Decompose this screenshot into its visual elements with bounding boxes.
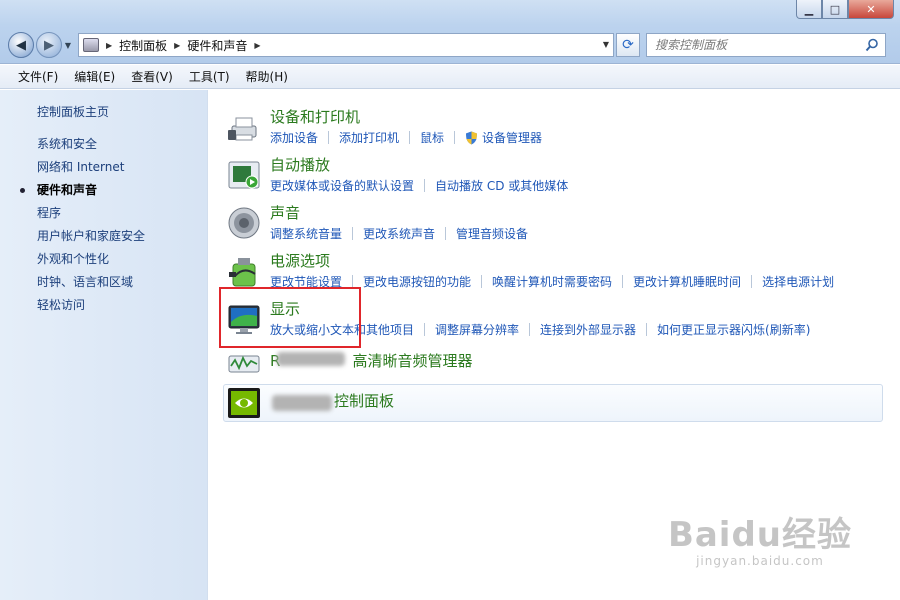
sidebar-item-user-accounts[interactable]: 用户帐户和家庭安全 bbox=[37, 228, 145, 251]
link-divider bbox=[424, 179, 426, 192]
category-title[interactable]: 声音 bbox=[270, 202, 300, 223]
link-power-button-function[interactable]: 更改电源按钮的功能 bbox=[363, 273, 471, 290]
category-nvidia-control-panel[interactable]: 控制面板 bbox=[223, 384, 883, 422]
audio-manager-title: 高清晰音频管理器 bbox=[352, 352, 473, 370]
forward-button[interactable]: ▶ bbox=[36, 32, 62, 58]
link-choose-power-plan[interactable]: 选择电源计划 bbox=[762, 273, 834, 290]
menu-help[interactable]: 帮助(H) bbox=[238, 68, 296, 85]
link-manage-audio-devices[interactable]: 管理音频设备 bbox=[456, 225, 528, 242]
sidebar-home-link[interactable]: 控制面板主页 bbox=[37, 103, 109, 120]
link-divider bbox=[481, 275, 483, 288]
menu-tools[interactable]: 工具(T) bbox=[181, 68, 238, 85]
menu-edit[interactable]: 编辑(E) bbox=[66, 68, 123, 85]
link-autoplay-cd[interactable]: 自动播放 CD 或其他媒体 bbox=[435, 177, 568, 194]
link-divider bbox=[646, 323, 648, 336]
window-titlebar: ▁ □ ✕ ◀ ▶ ▼ ▶ 控制面板 ▶ 硬件和声音 ▶ ▼ ⟳ bbox=[0, 0, 900, 64]
search-icon[interactable] bbox=[865, 38, 879, 52]
breadcrumb-separator-icon[interactable]: ▶ bbox=[106, 41, 112, 50]
sidebar-item-system-security[interactable]: 系统和安全 bbox=[37, 136, 145, 159]
category-title: 控制面板 bbox=[334, 392, 395, 410]
refresh-button[interactable]: ⟳ bbox=[616, 33, 640, 57]
audio-manager-icon[interactable] bbox=[227, 348, 261, 374]
category-links: 调整系统音量 更改系统声音 管理音频设备 bbox=[270, 225, 528, 242]
link-divider bbox=[424, 323, 426, 336]
sidebar-item-appearance[interactable]: 外观和个性化 bbox=[37, 251, 145, 274]
power-options-icon[interactable] bbox=[227, 254, 261, 288]
menu-file[interactable]: 文件(F) bbox=[10, 68, 66, 85]
link-change-media-defaults[interactable]: 更改媒体或设备的默认设置 bbox=[270, 177, 414, 194]
redaction-blur bbox=[272, 395, 332, 411]
back-button[interactable]: ◀ bbox=[8, 32, 34, 58]
link-wakeup-password[interactable]: 唤醒计算机时需要密码 bbox=[492, 273, 612, 290]
link-device-manager[interactable]: 设备管理器 bbox=[482, 129, 542, 146]
minimize-button[interactable]: ▁ bbox=[796, 0, 822, 19]
link-external-display[interactable]: 连接到外部显示器 bbox=[540, 321, 636, 338]
maximize-button[interactable]: □ bbox=[822, 0, 848, 19]
link-change-sounds[interactable]: 更改系统声音 bbox=[363, 225, 435, 242]
link-divider bbox=[409, 131, 411, 144]
refresh-icon: ⟳ bbox=[622, 37, 634, 53]
chevron-down-icon: ▼ bbox=[64, 40, 72, 50]
category-links: 更改媒体或设备的默认设置 自动播放 CD 或其他媒体 bbox=[270, 177, 568, 194]
category-title[interactable]: 电源选项 bbox=[270, 250, 330, 271]
category-links: 添加设备 添加打印机 鼠标 设备管理器 bbox=[270, 129, 542, 146]
sidebar-item-ease-of-access[interactable]: 轻松访问 bbox=[37, 297, 145, 320]
autoplay-icon[interactable] bbox=[227, 158, 261, 192]
sidebar: 控制面板主页 系统和安全 网络和 Internet 硬件和声音 程序 用户帐户和… bbox=[0, 90, 208, 600]
menu-view[interactable]: 查看(V) bbox=[123, 68, 181, 85]
sidebar-item-programs[interactable]: 程序 bbox=[37, 205, 145, 228]
navigation-bar: ◀ ▶ ▼ ▶ 控制面板 ▶ 硬件和声音 ▶ ▼ ⟳ bbox=[8, 32, 892, 58]
search-input[interactable] bbox=[655, 38, 855, 52]
sidebar-item-hardware-sound[interactable]: 硬件和声音 bbox=[19, 182, 145, 205]
baidu-watermark: Baidu经验 jingyan.baidu.com bbox=[668, 507, 852, 568]
close-button[interactable]: ✕ bbox=[848, 0, 894, 19]
menu-bar: 文件(F) 编辑(E) 查看(V) 工具(T) 帮助(H) bbox=[0, 65, 900, 89]
sidebar-item-clock-region[interactable]: 时钟、语言和区域 bbox=[37, 274, 145, 297]
sidebar-item-network[interactable]: 网络和 Internet bbox=[37, 159, 145, 182]
link-divider bbox=[352, 227, 354, 240]
nvidia-logo-icon bbox=[228, 388, 260, 418]
breadcrumb-separator-icon[interactable]: ▶ bbox=[254, 41, 260, 50]
breadcrumb-separator-icon[interactable]: ▶ bbox=[174, 41, 180, 50]
back-arrow-icon: ◀ bbox=[16, 37, 26, 53]
address-bar[interactable]: ▶ 控制面板 ▶ 硬件和声音 ▶ ▼ bbox=[78, 33, 614, 57]
search-box[interactable] bbox=[646, 33, 886, 57]
category-audio-manager: R 高清晰音频管理器 bbox=[223, 348, 883, 378]
watermark-logo: Baidu经验 bbox=[667, 515, 852, 555]
breadcrumb-hardware-sound[interactable]: 硬件和声音 bbox=[187, 37, 247, 54]
link-divider bbox=[454, 131, 456, 144]
sidebar-list: 系统和安全 网络和 Internet 硬件和声音 程序 用户帐户和家庭安全 外观… bbox=[19, 136, 145, 320]
highlight-box bbox=[219, 287, 361, 348]
category-title[interactable]: 自动播放 bbox=[270, 154, 330, 175]
link-add-printer[interactable]: 添加打印机 bbox=[339, 129, 399, 146]
category-title[interactable]: 设备和打印机 bbox=[270, 106, 360, 127]
category-devices-printers: 设备和打印机 添加设备 添加打印机 鼠标 设备管理器 bbox=[223, 106, 883, 154]
link-divider bbox=[445, 227, 447, 240]
forward-arrow-icon: ▶ bbox=[44, 37, 54, 53]
speaker-icon[interactable] bbox=[227, 206, 261, 240]
link-sleep-time[interactable]: 更改计算机睡眠时间 bbox=[633, 273, 741, 290]
breadcrumb-control-panel[interactable]: 控制面板 bbox=[119, 37, 167, 54]
address-dropdown-icon[interactable]: ▼ bbox=[603, 40, 609, 49]
category-sound: 声音 调整系统音量 更改系统声音 管理音频设备 bbox=[223, 202, 883, 250]
link-divider bbox=[529, 323, 531, 336]
uac-shield-icon bbox=[466, 131, 478, 144]
link-add-device[interactable]: 添加设备 bbox=[270, 129, 318, 146]
watermark-url: jingyan.baidu.com bbox=[696, 554, 824, 568]
printer-icon[interactable] bbox=[227, 110, 261, 144]
link-divider bbox=[328, 131, 330, 144]
window-controls: ▁ □ ✕ bbox=[796, 0, 894, 19]
link-adjust-resolution[interactable]: 调整屏幕分辨率 bbox=[435, 321, 519, 338]
link-mouse[interactable]: 鼠标 bbox=[420, 129, 444, 146]
link-divider bbox=[622, 275, 624, 288]
link-divider bbox=[751, 275, 753, 288]
redaction-blur bbox=[277, 352, 345, 366]
computer-icon bbox=[83, 38, 99, 52]
link-refresh-rate[interactable]: 如何更正显示器闪烁(刷新率) bbox=[657, 321, 810, 338]
link-adjust-volume[interactable]: 调整系统音量 bbox=[270, 225, 342, 242]
recent-pages-dropdown[interactable]: ▼ bbox=[62, 32, 74, 58]
category-autoplay: 自动播放 更改媒体或设备的默认设置 自动播放 CD 或其他媒体 bbox=[223, 154, 883, 202]
